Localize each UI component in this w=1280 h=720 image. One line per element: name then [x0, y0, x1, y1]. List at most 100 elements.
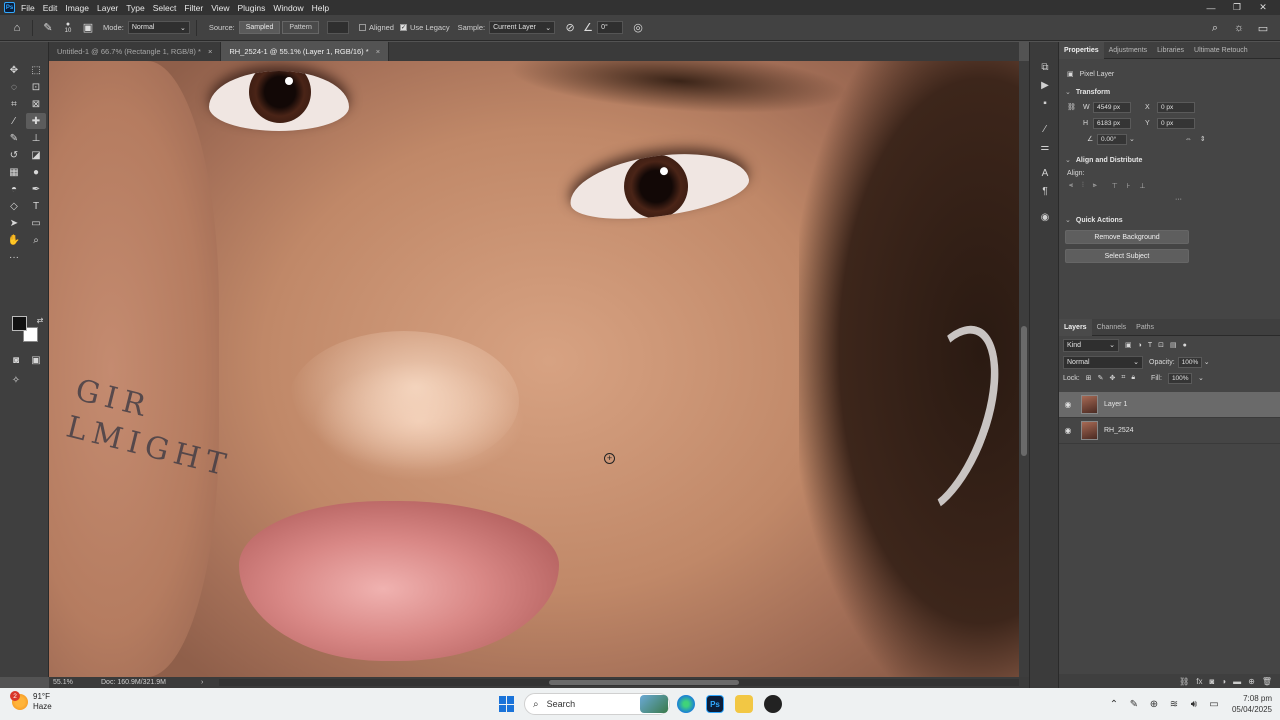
adjustments-panel-icon[interactable]: ⚌ — [1030, 138, 1060, 156]
close-icon[interactable]: × — [376, 47, 380, 56]
volume-icon[interactable]: 🔊︎ — [1184, 699, 1204, 710]
y-field[interactable]: 0 px — [1157, 117, 1195, 129]
layer-row-layer-1[interactable]: ◉ Layer 1 — [1059, 392, 1280, 418]
chevron-up-icon[interactable]: ⌃ — [1104, 699, 1124, 710]
vertical-scroll-thumb[interactable] — [1021, 326, 1027, 456]
pattern-picker[interactable] — [326, 21, 349, 34]
tab-rh-2524-1[interactable]: RH_2524-1 @ 55.1% (Layer 1, RGB/16) * × — [221, 42, 390, 61]
workspace-icon[interactable]: ▭ — [1254, 19, 1272, 37]
add-mask-icon[interactable]: ◙ — [1209, 677, 1214, 686]
restore-button[interactable]: ❐ — [1224, 0, 1250, 15]
filter-smart-object-icon[interactable]: ▤ — [1170, 341, 1177, 349]
visibility-eye-icon[interactable]: ◉ — [1059, 400, 1077, 409]
lock-artboard-icon[interactable]: ⌗ — [1121, 374, 1125, 382]
menu-view[interactable]: View — [211, 3, 229, 13]
clock[interactable]: 7:08 pm 05/04/2025 — [1232, 693, 1272, 715]
menu-image[interactable]: Image — [65, 3, 89, 13]
photoshop-taskbar-icon[interactable]: Ps — [706, 695, 724, 713]
menu-file[interactable]: File — [21, 3, 35, 13]
language-icon[interactable]: ⊕ — [1144, 699, 1164, 710]
filter-shape-icon[interactable]: ⊡ — [1158, 341, 1164, 349]
actions-panel-icon[interactable]: ▶ — [1030, 76, 1060, 94]
eraser-tool-icon[interactable]: ◪ — [26, 147, 46, 163]
frame-tool-icon[interactable]: ⊠ — [26, 96, 46, 112]
rotation-field[interactable]: 0.00° — [1097, 133, 1127, 145]
visibility-eye-icon[interactable]: ◉ — [1059, 426, 1077, 435]
document-canvas[interactable]: GIR LMIGHT + — [49, 61, 1019, 677]
plugin-panel-icon[interactable]: ◉ — [1030, 208, 1060, 226]
more-tools-icon[interactable]: ··· — [4, 249, 24, 265]
layer-style-icon[interactable]: fx — [1196, 677, 1202, 686]
healing-brush-tool-icon[interactable]: ✚ — [26, 113, 46, 129]
type-tool-icon[interactable]: T — [26, 198, 46, 214]
dodge-tool-icon[interactable]: ◓ — [4, 181, 24, 197]
character-panel-icon[interactable]: A — [1030, 164, 1060, 182]
lock-all-icon[interactable]: 🔒︎ — [1131, 374, 1135, 382]
object-selection-tool-icon[interactable]: ⊡ — [26, 79, 46, 95]
width-field[interactable]: 4549 px — [1093, 101, 1131, 113]
source-sampled-button[interactable]: Sampled — [238, 21, 281, 34]
filter-toggle-icon[interactable]: ● — [1183, 342, 1187, 349]
tab-libraries[interactable]: Libraries — [1152, 42, 1189, 59]
history-panel-icon[interactable]: ⧉ — [1030, 58, 1060, 76]
menu-type[interactable]: Type — [126, 3, 144, 13]
zoom-tool-icon[interactable]: ⌕ — [26, 232, 46, 248]
align-top-icon[interactable]: ⊤ — [1112, 182, 1118, 190]
blur-tool-icon[interactable]: ● — [26, 164, 46, 180]
vertical-scrollbar[interactable] — [1019, 61, 1029, 677]
new-layer-icon[interactable]: ⊕ — [1248, 677, 1255, 686]
screen-mode-icon[interactable]: ▣ — [26, 352, 46, 368]
tab-layers[interactable]: Layers — [1059, 318, 1092, 336]
foreground-color-swatch[interactable] — [12, 316, 27, 331]
lock-position-icon[interactable]: ✥ — [1109, 374, 1115, 382]
align-center-h-icon[interactable]: ⫶ — [1082, 182, 1084, 190]
aligned-checkbox[interactable] — [358, 24, 366, 31]
kind-filter-select[interactable]: Kind ⌄ — [1063, 338, 1119, 352]
align-bottom-icon[interactable]: ⊥ — [1139, 182, 1145, 190]
swap-colors-icon[interactable]: ⇄ — [30, 312, 50, 328]
search-icon[interactable]: ⌕ — [1206, 19, 1224, 37]
path-selection-tool-icon[interactable]: ➤ — [4, 215, 24, 231]
align-left-icon[interactable]: ⫷ — [1069, 182, 1073, 190]
use-legacy-checkbox[interactable]: ✓ — [399, 24, 407, 31]
clone-stamp-tool-icon[interactable]: ⊥ — [26, 130, 46, 146]
lock-image-icon[interactable]: ✎ — [1098, 374, 1104, 382]
generative-icon[interactable]: ✧ — [6, 372, 26, 388]
edge-browser-icon[interactable] — [677, 695, 695, 713]
menu-help[interactable]: Help — [312, 3, 329, 13]
horizontal-scrollbar[interactable] — [219, 679, 1019, 686]
gradient-tool-icon[interactable]: ▦ — [4, 164, 24, 180]
menu-layer[interactable]: Layer — [97, 3, 118, 13]
menu-plugins[interactable]: Plugins — [237, 3, 265, 13]
search-highlight-icon[interactable] — [640, 695, 668, 713]
lasso-tool-icon[interactable]: ◌ — [4, 79, 24, 95]
filter-pixel-icon[interactable]: ▣ — [1125, 341, 1132, 349]
select-subject-button[interactable]: Select Subject — [1065, 249, 1189, 263]
tab-paths[interactable]: Paths — [1131, 319, 1159, 336]
transform-section-header[interactable]: ⌄ Transform — [1059, 85, 1280, 99]
flip-horizontal-icon[interactable]: ⇔ — [1185, 136, 1192, 143]
marquee-tool-icon[interactable]: ⬚ — [26, 62, 46, 78]
quick-actions-header[interactable]: ⌄ Quick Actions — [1059, 213, 1280, 227]
eyedropper-tool-icon[interactable]: ⁄ — [4, 113, 24, 129]
paragraph-panel-icon[interactable]: ¶ — [1030, 182, 1060, 200]
chevron-down-icon[interactable]: ⌄ — [1198, 374, 1204, 382]
opacity-field[interactable]: 100% — [1177, 356, 1202, 368]
file-explorer-icon[interactable] — [735, 695, 753, 713]
fill-field[interactable]: 100% — [1167, 372, 1192, 384]
align-middle-v-icon[interactable]: ⊦ — [1127, 182, 1131, 190]
flip-vertical-icon[interactable]: ⇕ — [1200, 135, 1206, 143]
clone-source-panel-icon[interactable]: ▣ — [79, 19, 97, 37]
layer-row-rh-2524[interactable]: ◉ RH_2524 — [1059, 418, 1280, 444]
close-icon[interactable]: × — [208, 47, 212, 56]
x-field[interactable]: 0 px — [1157, 101, 1195, 113]
align-right-icon[interactable]: ⫸ — [1093, 182, 1097, 190]
hand-tool-icon[interactable]: ✋ — [4, 232, 24, 248]
tab-channels[interactable]: Channels — [1092, 319, 1132, 336]
brush-size-picker[interactable]: ● 10 — [57, 19, 79, 37]
wifi-icon[interactable]: ≋ — [1164, 699, 1184, 710]
blend-mode-select[interactable]: Normal ⌄ — [1063, 355, 1143, 369]
link-layers-icon[interactable]: ⛓ — [1179, 677, 1189, 686]
filter-type-icon[interactable]: T — [1148, 342, 1152, 349]
menu-edit[interactable]: Edit — [43, 3, 58, 13]
